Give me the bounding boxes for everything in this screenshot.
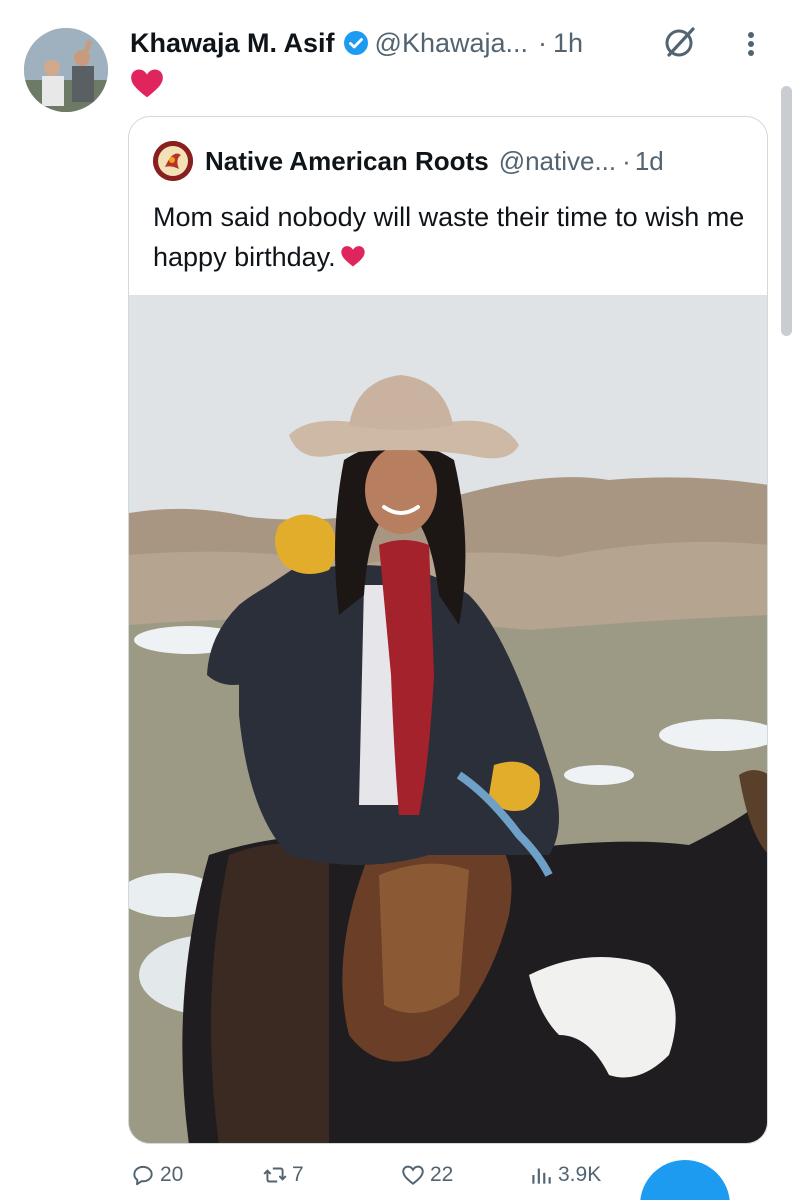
author-handle[interactable]: @Khawaja... [375, 28, 528, 59]
like-button[interactable]: 22 [400, 1162, 453, 1188]
reply-icon [133, 1165, 153, 1186]
red-heart-icon [128, 64, 166, 102]
reply-button[interactable]: 20 [130, 1162, 183, 1188]
tweet-time[interactable]: 1h [553, 28, 583, 59]
quote-text: Mom said nobody will waste their time to… [153, 197, 753, 277]
views-button[interactable]: 3.9K [528, 1162, 601, 1188]
separator-dot: · [538, 27, 548, 58]
reply-count: 20 [160, 1163, 184, 1186]
separator-dot: · [622, 145, 631, 176]
author-name[interactable]: Khawaja M. Asif [130, 28, 335, 59]
heart-outline-icon [402, 1165, 424, 1185]
quote-author-name[interactable]: Native American Roots [205, 146, 489, 177]
more-options-icon[interactable] [738, 28, 764, 60]
scrollbar[interactable] [781, 86, 792, 336]
repost-icon [263, 1167, 287, 1183]
red-heart-icon [338, 241, 368, 269]
quote-media-photo[interactable] [129, 295, 767, 1143]
grok-icon[interactable] [662, 24, 698, 60]
views-chart-icon [532, 1168, 551, 1184]
quote-header: Native American Roots @native... · 1d [153, 141, 664, 181]
tweet-header: Khawaja M. Asif @Khawaja... · 1h [130, 26, 583, 60]
like-count: 22 [430, 1163, 454, 1186]
views-count: 3.9K [558, 1163, 602, 1186]
author-avatar[interactable] [24, 28, 108, 112]
quote-text-body: Mom said nobody will waste their time to… [153, 202, 745, 272]
verified-badge-icon [343, 30, 369, 56]
quoted-tweet-card[interactable]: Native American Roots @native... · 1d Mo… [128, 116, 768, 1144]
quote-author-avatar[interactable] [153, 141, 193, 181]
quote-time[interactable]: 1d [635, 146, 664, 177]
repost-count: 7 [292, 1163, 304, 1186]
quote-author-handle[interactable]: @native... [499, 146, 616, 177]
repost-button[interactable]: 7 [262, 1162, 304, 1188]
